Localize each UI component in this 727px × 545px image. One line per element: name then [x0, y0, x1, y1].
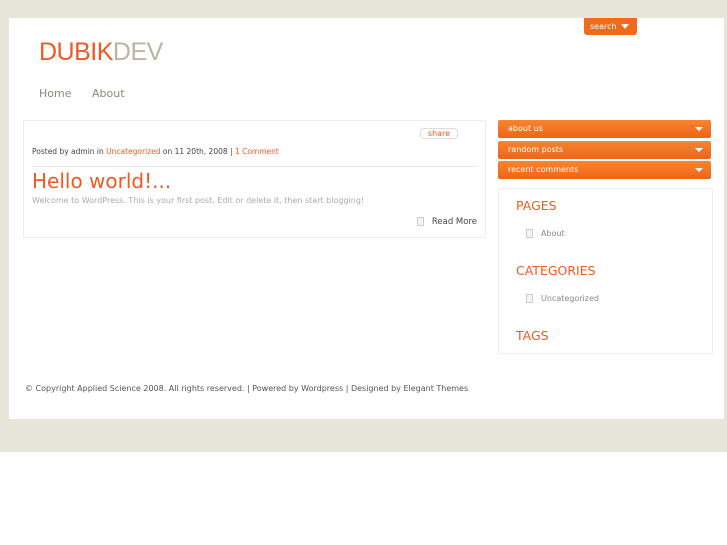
post-title[interactable]: Hello world!... [32, 169, 171, 193]
nav-about[interactable]: About [92, 87, 125, 100]
categories-heading: CATEGORIES [516, 263, 596, 278]
tab-about-us[interactable]: about us [498, 120, 711, 138]
chevron-down-icon [695, 148, 703, 152]
page-link-about[interactable]: About [526, 229, 565, 238]
search-button[interactable]: search [584, 18, 637, 35]
chevron-down-icon [621, 24, 629, 29]
read-more-label: Read More [431, 217, 477, 227]
category-label: Uncategorized [541, 294, 599, 303]
tags-heading: TAGS [516, 328, 549, 343]
site-logo[interactable]: DUBIKDEV [39, 38, 163, 67]
document-icon [526, 229, 533, 238]
document-icon [526, 294, 533, 303]
meta-date: on 11 20th, 2008 | [160, 147, 235, 156]
chevron-down-icon [695, 127, 703, 131]
meta-prefix: Posted by admin in [32, 147, 107, 156]
sidebar-widgets: PAGES About CATEGORIES Uncategorized TAG… [498, 188, 713, 354]
divider [32, 166, 477, 167]
post-excerpt: Welcome to WordPress. This is your first… [32, 196, 365, 205]
tab-recent-comments[interactable]: recent comments [498, 161, 711, 179]
document-icon [416, 217, 424, 226]
category-link-uncategorized[interactable]: Uncategorized [526, 294, 599, 303]
tab-label: about us [508, 124, 543, 133]
search-label: search [590, 22, 617, 31]
post-meta: Posted by admin in Uncategorized on 11 2… [32, 147, 279, 156]
tab-random-posts[interactable]: random posts [498, 141, 711, 159]
chevron-down-icon [695, 168, 703, 172]
footer-text: © Copyright Applied Science 2008. All ri… [25, 384, 469, 393]
read-more-link[interactable]: Read More [416, 217, 477, 227]
share-button[interactable]: share [420, 128, 458, 139]
pages-heading: PAGES [516, 198, 557, 213]
logo-part2: DEV [112, 38, 163, 66]
nav-home[interactable]: Home [39, 87, 71, 100]
logo-part1: DUBIK [39, 38, 113, 66]
tab-label: recent comments [508, 165, 579, 174]
tab-label: random posts [508, 145, 564, 154]
page-label: About [541, 229, 565, 238]
category-link[interactable]: Uncategorized [106, 147, 160, 156]
post-card: share Posted by admin in Uncategorized o… [23, 120, 486, 238]
comments-link[interactable]: 1 Comment [235, 147, 279, 156]
